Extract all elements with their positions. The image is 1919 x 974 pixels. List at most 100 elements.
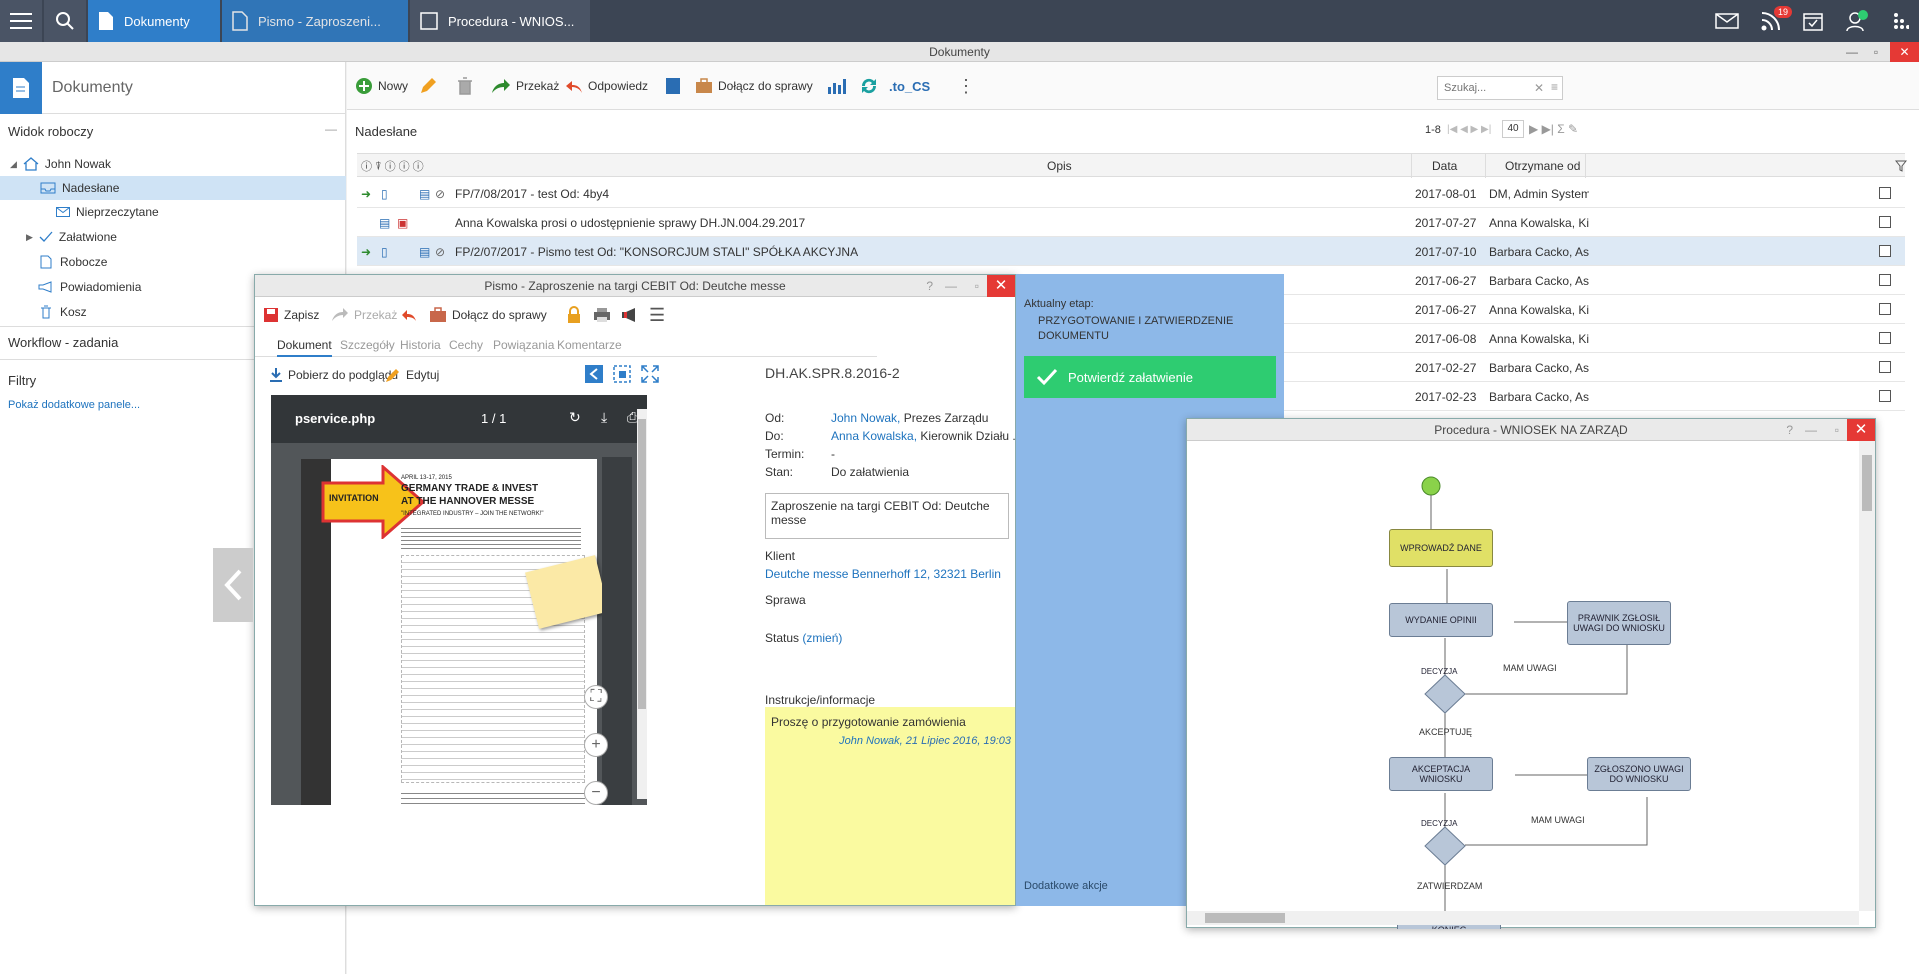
- minimize-icon[interactable]: —: [1840, 42, 1864, 62]
- sidebar-item-zalatwione[interactable]: ▶ Załatwione: [0, 225, 346, 249]
- fullscreen-button[interactable]: [641, 365, 659, 386]
- chart-button[interactable]: [827, 76, 847, 96]
- workflow-heading[interactable]: Workflow - zadania: [8, 335, 118, 350]
- subject-textarea[interactable]: Zaproszenie na targi CEBIT Od: Deutche m…: [765, 493, 1009, 539]
- row-checkbox[interactable]: [1879, 216, 1891, 228]
- refresh-button[interactable]: [859, 76, 879, 96]
- row-checkbox[interactable]: [1879, 361, 1891, 373]
- tab-cechy[interactable]: Cechy: [449, 338, 483, 352]
- node-enter-data[interactable]: WPROWADŹ DANE: [1389, 529, 1493, 567]
- table-row[interactable]: ➜ ▯ ▤ ⊘ FP/7/08/2017 - test Od: 4by4 2017-08-…: [357, 179, 1905, 208]
- new-button[interactable]: Nowy: [355, 76, 408, 96]
- download-preview-button[interactable]: Pobierz do podglądu: [269, 367, 398, 383]
- close-icon[interactable]: ✕: [987, 275, 1015, 297]
- edit-button[interactable]: [419, 76, 437, 96]
- collapse-icon[interactable]: —: [325, 122, 337, 136]
- row-checkbox[interactable]: [1879, 332, 1891, 344]
- apps-button[interactable]: [1886, 0, 1916, 42]
- search-button[interactable]: [44, 0, 86, 42]
- save-button[interactable]: Zapisz: [263, 307, 319, 323]
- to-name[interactable]: Anna Kowalska,: [831, 429, 917, 443]
- collapse-panel-button[interactable]: [585, 365, 603, 386]
- node-reported-remarks[interactable]: ZGŁOSZONO UWAGI DO WNIOSKU: [1587, 757, 1691, 791]
- sidebar-item-robocze[interactable]: Robocze: [0, 250, 346, 274]
- pager-controls-icon[interactable]: ▶ ▶| Σ ✎: [1529, 122, 1578, 136]
- search-field[interactable]: [1444, 78, 1534, 98]
- tab-powiazania[interactable]: Powiązania: [493, 338, 554, 352]
- delete-button[interactable]: [457, 76, 473, 96]
- tab-dokumenty[interactable]: Dokumenty: [88, 0, 220, 42]
- node-accept[interactable]: AKCEPTACJA WNIOSKU: [1389, 757, 1493, 791]
- from-name[interactable]: John Nowak,: [831, 411, 900, 425]
- col-from[interactable]: Otrzymane od: [1505, 159, 1580, 173]
- print-button[interactable]: [593, 307, 611, 326]
- clear-icon[interactable]: ✕: [1534, 81, 1544, 95]
- sidebar-item-nadeslane[interactable]: Nadesłane: [0, 176, 346, 200]
- page-size-input[interactable]: 40: [1502, 120, 1524, 138]
- lock-button[interactable]: [567, 306, 581, 327]
- row-checkbox[interactable]: [1879, 187, 1891, 199]
- close-icon[interactable]: ✕: [1847, 419, 1875, 441]
- tab-procedura[interactable]: Procedura - WNIOS...: [410, 0, 590, 42]
- instructions-author[interactable]: John Nowak,: [839, 735, 903, 747]
- client-link[interactable]: Deutche messe Bennerhoff 12, 32321 Berli…: [765, 567, 1001, 581]
- node-opinion[interactable]: WYDANIE OPINII: [1389, 603, 1493, 637]
- fit-button[interactable]: [613, 365, 631, 386]
- book-button[interactable]: [665, 76, 681, 96]
- maximize-icon[interactable]: ▫: [975, 275, 979, 297]
- tab-komentarze[interactable]: Komentarze: [557, 338, 622, 352]
- status-change-link[interactable]: (zmień): [802, 631, 842, 645]
- menu-button[interactable]: [0, 0, 42, 42]
- search-input[interactable]: ✕ ≡: [1437, 76, 1563, 100]
- filter-icon[interactable]: [1895, 160, 1907, 172]
- row-checkbox[interactable]: [1879, 303, 1891, 315]
- diagram-vscroll[interactable]: [1859, 441, 1875, 911]
- node-decision-2[interactable]: DECYZJA: [1421, 819, 1457, 828]
- table-row[interactable]: ▤ ▣ Anna Kowalska prosi o udostępnienie sp…: [357, 208, 1905, 237]
- more-actions-link[interactable]: Dodatkowe akcje: [1024, 880, 1108, 892]
- rotate-icon[interactable]: ↻: [569, 409, 581, 426]
- more-icon[interactable]: ⋮: [957, 76, 975, 96]
- user-status-button[interactable]: [1842, 0, 1872, 42]
- tab-dokument[interactable]: Dokument: [277, 338, 332, 357]
- help-icon[interactable]: ?: [926, 275, 933, 297]
- prev-document-button[interactable]: [213, 548, 253, 622]
- notify-button[interactable]: [621, 307, 639, 326]
- row-checkbox[interactable]: [1879, 274, 1891, 286]
- row-checkbox[interactable]: [1879, 245, 1891, 257]
- calendar-button[interactable]: [1798, 0, 1828, 42]
- more-panels-link[interactable]: Pokaż dodatkowe panele...: [8, 399, 140, 411]
- tab-szczegoly[interactable]: Szczegóły: [340, 338, 395, 352]
- col-desc[interactable]: Opis: [1047, 159, 1072, 173]
- reply-button[interactable]: Odpowiedz: [565, 76, 648, 96]
- tab-historia[interactable]: Historia: [400, 338, 441, 352]
- forward-button[interactable]: Przekaż: [491, 76, 559, 96]
- close-icon[interactable]: ✕: [1890, 42, 1919, 62]
- pdf-scrollbar[interactable]: [638, 419, 646, 709]
- tree-user[interactable]: ◢ John Nowak: [0, 152, 346, 176]
- pismo-reply-button[interactable]: [401, 307, 417, 326]
- menu-icon[interactable]: ☰: [649, 306, 665, 324]
- node-decision-1[interactable]: DECYZJA: [1421, 667, 1457, 676]
- pismo-forward-button[interactable]: Przekaż: [331, 307, 397, 323]
- download-icon[interactable]: ⤓: [601, 409, 607, 426]
- minimize-icon[interactable]: —: [1805, 419, 1817, 441]
- pdf-viewer[interactable]: pservice.php 1 / 1 ↻ ⤓ ⎙ INVITATION APRI…: [271, 395, 647, 805]
- node-lawyer-remarks[interactable]: PRAWNIK ZGŁOSIŁ UWAGI DO WNIOSKU: [1567, 601, 1671, 645]
- help-icon[interactable]: ?: [1786, 419, 1793, 441]
- rss-button[interactable]: 19: [1756, 0, 1793, 42]
- tab-pismo[interactable]: Pismo - Zaproszeni...: [222, 0, 408, 42]
- fit-page-button[interactable]: ⛶: [584, 685, 608, 709]
- column-icons[interactable]: ⓘ⍒ⓘⓘⓘ: [361, 158, 427, 174]
- confirm-button[interactable]: Potwierdź załatwienie: [1024, 356, 1276, 398]
- zoom-in-button[interactable]: +: [584, 733, 608, 757]
- maximize-icon[interactable]: ▫: [1835, 419, 1839, 441]
- maximize-icon[interactable]: ▫: [1864, 42, 1888, 62]
- mail-button[interactable]: [1712, 0, 1742, 42]
- tocs-button[interactable]: .to_CS: [889, 76, 930, 96]
- filters-heading[interactable]: Filtry: [8, 373, 36, 388]
- pager-nav-icon[interactable]: |◀ ◀ ▶ ▶|: [1447, 124, 1491, 135]
- pismo-attach-button[interactable]: Dołącz do sprawy: [429, 307, 547, 323]
- table-row[interactable]: ➜ ▯ ▤ ⊘ FP/2/07/2017 - Pismo test Od: "KONSO…: [357, 237, 1905, 266]
- list-icon[interactable]: ≡: [1551, 80, 1558, 94]
